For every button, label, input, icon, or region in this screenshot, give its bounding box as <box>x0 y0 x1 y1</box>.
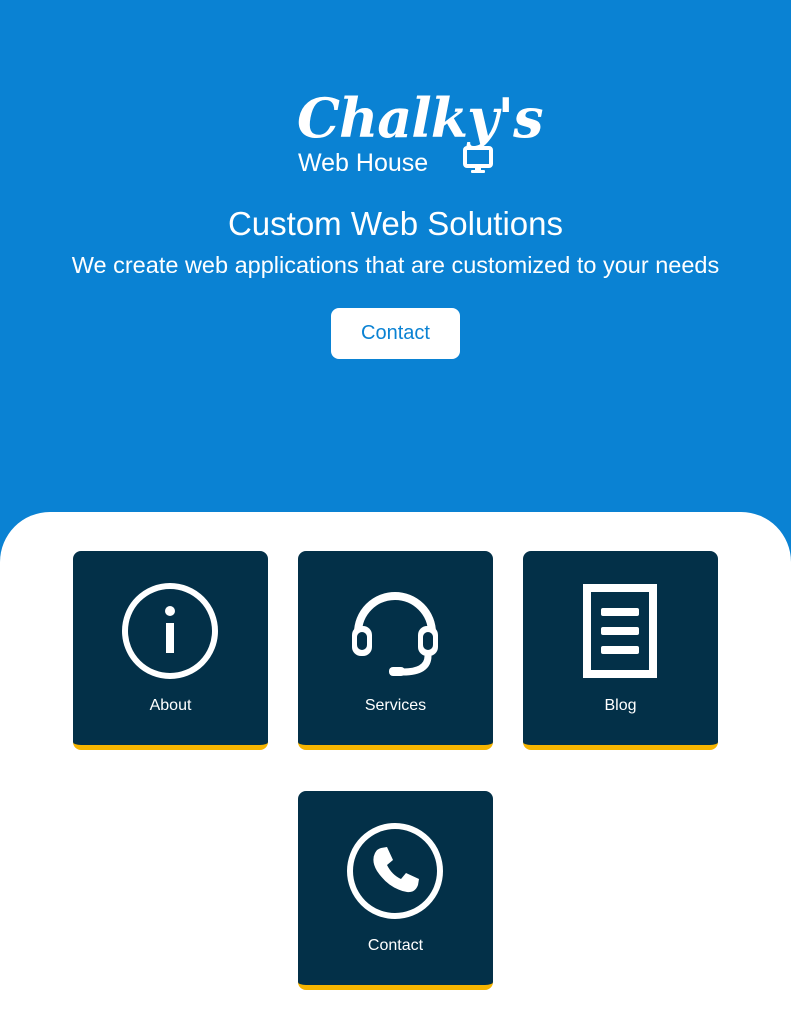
phone-icon <box>347 823 443 919</box>
headset-icon <box>352 592 438 676</box>
services-card-label: Services <box>364 697 427 714</box>
blog-card-label: Blog <box>604 697 637 714</box>
document-icon <box>583 584 657 678</box>
hero-subtitle: We create web applications that are cust… <box>71 252 720 278</box>
info-icon <box>122 583 218 679</box>
logo-sub-text: Web House <box>298 149 429 177</box>
contact-card[interactable]: Contact <box>298 791 493 990</box>
navigation-cards-section: About Services Blog Contact <box>0 512 791 1024</box>
about-card[interactable]: About <box>73 551 268 750</box>
blog-card[interactable]: Blog <box>523 551 718 750</box>
monitor-icon <box>463 146 493 173</box>
hero-title: Custom Web Solutions <box>227 205 564 242</box>
contact-button[interactable]: Contact <box>331 308 460 359</box>
hero-section: Chalky's Web House Custom Web Solutions … <box>0 0 791 540</box>
services-card[interactable]: Services <box>298 551 493 750</box>
contact-card-label: Contact <box>367 937 424 954</box>
logo[interactable]: Chalky's Web House <box>297 88 543 178</box>
logo-script-text: Chalky's <box>297 86 543 150</box>
about-card-label: About <box>149 697 192 714</box>
